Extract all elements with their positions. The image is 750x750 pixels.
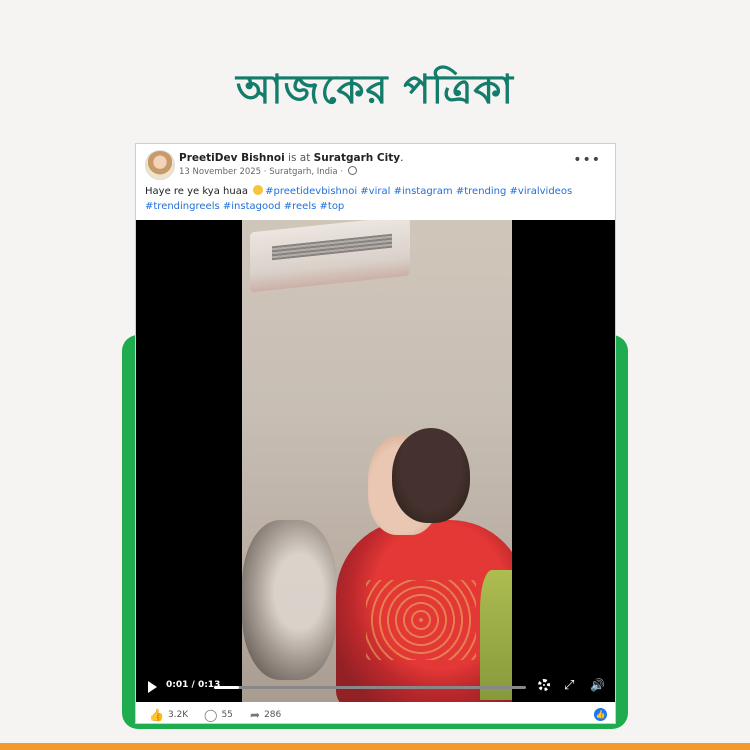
share-icon: ➦ — [250, 708, 261, 722]
bottom-accent-strip — [0, 743, 750, 750]
post-date[interactable]: 13 November 2025 — [179, 167, 261, 177]
video-controls: 0:01 / 0:13 ⤢ 🔊 — [136, 675, 615, 699]
video-progress-fill — [214, 686, 239, 689]
play-icon[interactable] — [148, 681, 157, 693]
hashtag-link[interactable]: #reels — [284, 201, 317, 212]
comment-icon: ◯ — [204, 708, 218, 722]
hashtag-link[interactable]: #top — [320, 201, 345, 212]
facebook-post-card: PreetiDev Bishnoi is at Suratgarh City. … — [135, 143, 616, 724]
video-progress-bar[interactable] — [214, 686, 526, 689]
author-name[interactable]: PreetiDev Bishnoi — [179, 152, 285, 164]
is-at-text: is at — [288, 152, 311, 164]
post-caption: Haye re ye kya huaa #preetidevbishnoi #v… — [145, 184, 605, 214]
meta-separator-2: · — [340, 167, 344, 177]
frame-haze — [242, 220, 512, 702]
thumbs-up-icon: 👍 — [149, 708, 164, 722]
hashtag-link[interactable]: #viral — [360, 186, 390, 197]
volume-icon[interactable]: 🔊 — [590, 678, 605, 692]
hashtag-link[interactable]: #viralvideos — [510, 186, 573, 197]
like-action[interactable]: 👍 3.2K — [149, 708, 188, 722]
post-meta: 13 November 2025 · Suratgarh, India · — [179, 166, 357, 177]
hashtag-link[interactable]: #instagram — [394, 186, 453, 197]
avatar[interactable] — [145, 150, 175, 180]
video-player[interactable]: 0:01 / 0:13 ⤢ 🔊 — [136, 220, 615, 702]
meta-separator: · — [263, 167, 267, 177]
post-actions: 👍 3.2K ◯ 55 ➦ 286 👍 — [136, 704, 615, 724]
like-reaction-icon: 👍 — [594, 708, 607, 721]
hashtag-link[interactable]: #preetidevbishnoi — [265, 186, 357, 197]
more-options-icon[interactable]: ••• — [573, 152, 601, 168]
place-suffix: . — [400, 152, 404, 164]
comment-count: 55 — [221, 710, 233, 720]
hashtag-link[interactable]: #trendingreels — [145, 201, 220, 212]
post-location: Suratgarh, India — [269, 167, 338, 177]
globe-icon — [347, 166, 357, 175]
post-header: PreetiDev Bishnoi is at Suratgarh City. — [179, 152, 403, 164]
hashtag-link[interactable]: #trending — [456, 186, 507, 197]
fullscreen-icon[interactable]: ⤢ — [564, 678, 574, 693]
video-time: 0:01 / 0:13 — [166, 680, 221, 690]
share-count: 286 — [264, 710, 282, 720]
share-action[interactable]: ➦ 286 — [250, 708, 281, 722]
caption-text: Haye re ye kya huaa — [145, 186, 248, 197]
comment-action[interactable]: ◯ 55 — [204, 708, 233, 722]
brand-title: আজকের পত্রিকা — [236, 66, 514, 113]
gear-icon[interactable] — [538, 679, 550, 691]
place-link[interactable]: Suratgarh City — [314, 152, 400, 164]
hashtag-link[interactable]: #instagood — [223, 201, 281, 212]
video-frame — [242, 220, 512, 702]
grimace-emoji-icon — [253, 185, 264, 195]
like-count: 3.2K — [167, 710, 189, 720]
